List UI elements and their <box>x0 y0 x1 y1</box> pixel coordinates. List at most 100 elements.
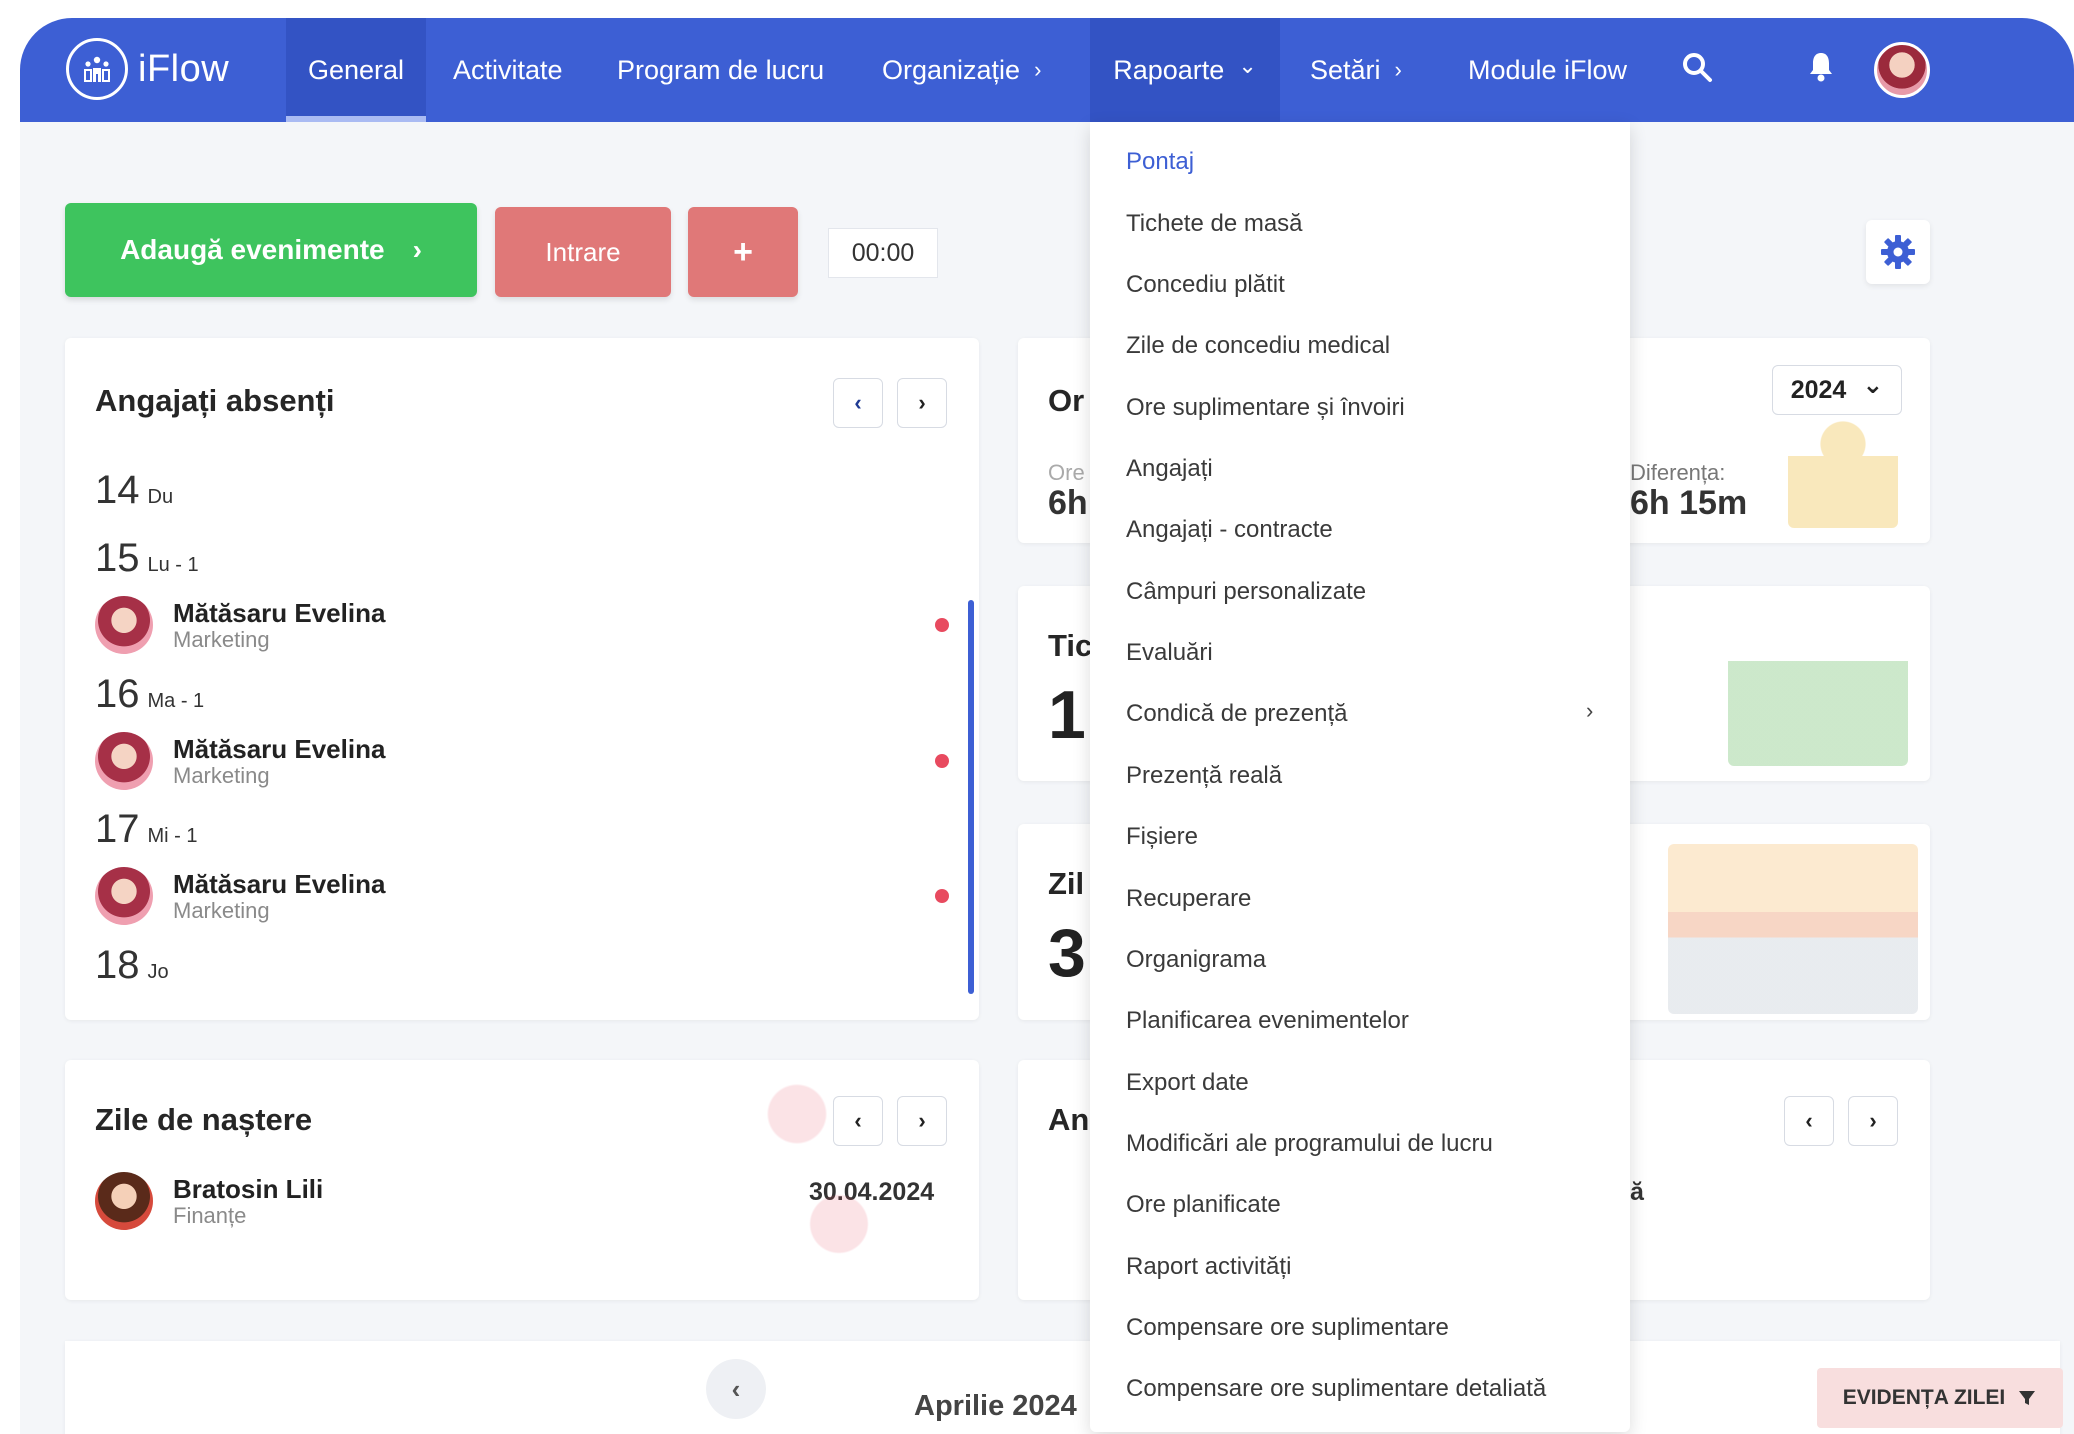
menu-item-angajati-contracte[interactable]: Angajați - contracte <box>1126 516 1333 544</box>
anniversary-next-button[interactable]: › <box>1848 1096 1898 1146</box>
user-avatar[interactable] <box>1874 42 1930 98</box>
avatar <box>95 1172 153 1230</box>
brand[interactable]: iFlow <box>66 38 229 100</box>
person-department: Marketing <box>173 627 270 652</box>
nav-rapoarte-label: Rapoarte <box>1113 54 1225 85</box>
menu-item-prezenta-reala[interactable]: Prezență reală <box>1126 762 1282 790</box>
chevron-right-icon: › <box>1034 57 1042 82</box>
absent-person[interactable]: Mătăsaru Evelina Marketing <box>95 596 385 654</box>
vacation-value: 3 <box>1048 915 1086 991</box>
chevron-right-icon: › <box>1586 698 1594 723</box>
menu-item-campuri-personalizate[interactable]: Câmpuri personalizate <box>1126 578 1366 606</box>
day-number: 14 <box>95 468 140 512</box>
plus-icon: + <box>733 232 753 271</box>
menu-item-planificarea-evenimentelor[interactable]: Planificarea evenimentelor <box>1126 1007 1409 1035</box>
add-events-button[interactable]: Adaugă evenimente › <box>65 203 477 297</box>
anniversary-text: ă <box>1630 1178 1644 1206</box>
day-label: Du <box>147 486 174 508</box>
nav-activitate[interactable]: Activitate <box>453 18 563 122</box>
menu-item-raport-activitati[interactable]: Raport activități <box>1126 1253 1291 1281</box>
settings-button[interactable] <box>1866 220 1930 284</box>
grocery-basket-illustration <box>1728 616 1908 766</box>
menu-item-export-date[interactable]: Export date <box>1126 1069 1249 1097</box>
birthdays-card: Zile de naștere ‹ › Bratosin Lili Finanț… <box>65 1060 979 1300</box>
menu-item-zile-concediu-medical[interactable]: Zile de concediu medical <box>1126 332 1390 360</box>
day-record-filter-button[interactable]: EVIDENȚA ZILEI <box>1817 1368 2063 1428</box>
nav-setari-label: Setări <box>1310 54 1381 85</box>
day-row: 14 Du <box>95 468 173 513</box>
birthdays-next-button[interactable]: › <box>897 1096 947 1146</box>
day-row: 16 Ma - 1 <box>95 672 204 717</box>
vacation-card-title: Zil <box>1048 866 1085 901</box>
day-label: Mi - 1 <box>147 825 198 847</box>
nav-module-iflow[interactable]: Module iFlow <box>1468 18 1627 122</box>
avatar <box>95 732 153 790</box>
chevron-right-icon: › <box>412 234 422 265</box>
menu-item-tichete-de-masa[interactable]: Tichete de masă <box>1126 210 1303 238</box>
avatar <box>95 596 153 654</box>
menu-item-evaluari[interactable]: Evaluări <box>1126 639 1213 667</box>
day-number: 16 <box>95 672 140 716</box>
nav-setari[interactable]: Setări › <box>1310 18 1402 122</box>
menu-item-fisiere[interactable]: Fișiere <box>1126 823 1198 851</box>
anniversary-prev-button[interactable]: ‹ <box>1784 1096 1834 1146</box>
person-name: Mătăsaru Evelina <box>173 734 386 764</box>
menu-item-ore-planificate[interactable]: Ore planificate <box>1126 1191 1281 1219</box>
timer-display: 00:00 <box>828 228 938 278</box>
absent-employees-card: Angajați absenți ‹ › 14 Du 15 Lu - 1 Măt… <box>65 338 979 1020</box>
top-navbar: iFlow General Activitate Program de lucr… <box>20 18 2074 122</box>
filter-label: EVIDENȚA ZILEI <box>1842 1386 2006 1409</box>
status-dot <box>935 889 949 903</box>
person-department: Marketing <box>173 898 270 923</box>
person-name: Mătăsaru Evelina <box>173 598 386 628</box>
menu-item-compensare-ore-detaliata[interactable]: Compensare ore suplimentare detaliată <box>1126 1375 1546 1403</box>
hours-label: Ore <box>1048 460 1085 485</box>
month-prev-button[interactable]: ‹ <box>706 1359 766 1419</box>
bell-icon[interactable] <box>1806 50 1836 89</box>
absent-prev-button[interactable]: ‹ <box>833 378 883 428</box>
app-window: iFlow General Activitate Program de lucr… <box>20 18 2074 1434</box>
menu-item-organigrama[interactable]: Organigrama <box>1126 946 1266 974</box>
menu-item-recuperare[interactable]: Recuperare <box>1126 885 1251 913</box>
scrollbar[interactable] <box>968 600 974 994</box>
nav-program-de-lucru[interactable]: Program de lucru <box>617 18 824 122</box>
day-row: 15 Lu - 1 <box>95 536 199 581</box>
nav-general[interactable]: General <box>286 18 426 122</box>
birthday-person[interactable]: Bratosin Lili Finanțe <box>95 1172 323 1230</box>
nav-organizatie[interactable]: Organizație › <box>882 18 1041 122</box>
menu-item-compensare-ore[interactable]: Compensare ore suplimentare <box>1126 1314 1449 1342</box>
year-select[interactable]: 2024 ⌄ <box>1772 365 1902 415</box>
nav-rapoarte[interactable]: Rapoarte ⌄ <box>1090 18 1280 122</box>
status-dot <box>935 754 949 768</box>
year-value: 2024 <box>1790 375 1847 404</box>
add-plus-button[interactable]: + <box>688 207 798 297</box>
day-label: Jo <box>147 961 169 983</box>
search-icon[interactable] <box>1680 50 1714 89</box>
absent-person[interactable]: Mătăsaru Evelina Marketing <box>95 867 385 925</box>
person-illustration <box>1788 408 1898 528</box>
hours-card-title: Or <box>1048 383 1085 418</box>
birthdays-card-title: Zile de naștere <box>95 1102 313 1137</box>
entry-button[interactable]: Intrare <box>495 207 671 297</box>
menu-item-angajati[interactable]: Angajați <box>1126 455 1213 483</box>
beach-illustration <box>1668 844 1918 1014</box>
chevron-down-icon: ⌄ <box>1238 53 1257 78</box>
filter-icon <box>2019 1391 2036 1405</box>
person-department: Marketing <box>173 763 270 788</box>
menu-item-condica-de-prezenta[interactable]: Condică de prezență <box>1126 700 1347 728</box>
day-number: 18 <box>95 943 140 987</box>
person-department: Finanțe <box>173 1203 247 1228</box>
absent-person[interactable]: Mătăsaru Evelina Marketing <box>95 732 385 790</box>
absent-next-button[interactable]: › <box>897 378 947 428</box>
menu-item-pontaj[interactable]: Pontaj <box>1126 148 1194 176</box>
month-label: Aprilie 2024 <box>914 1390 1077 1422</box>
status-dot <box>935 618 949 632</box>
chevron-right-icon: › <box>1394 57 1402 82</box>
hours-value: 6h <box>1048 484 1088 522</box>
entry-label: Intrare <box>545 236 621 267</box>
menu-item-ore-suplimentare-invoiri[interactable]: Ore suplimentare și învoiri <box>1126 394 1405 422</box>
day-number: 17 <box>95 807 140 851</box>
rapoarte-dropdown-menu: Pontaj Tichete de masă Concediu plătit Z… <box>1090 122 1630 1432</box>
menu-item-modificari-program[interactable]: Modificări ale programului de lucru <box>1126 1130 1493 1158</box>
menu-item-concediu-platit[interactable]: Concediu plătit <box>1126 271 1285 299</box>
